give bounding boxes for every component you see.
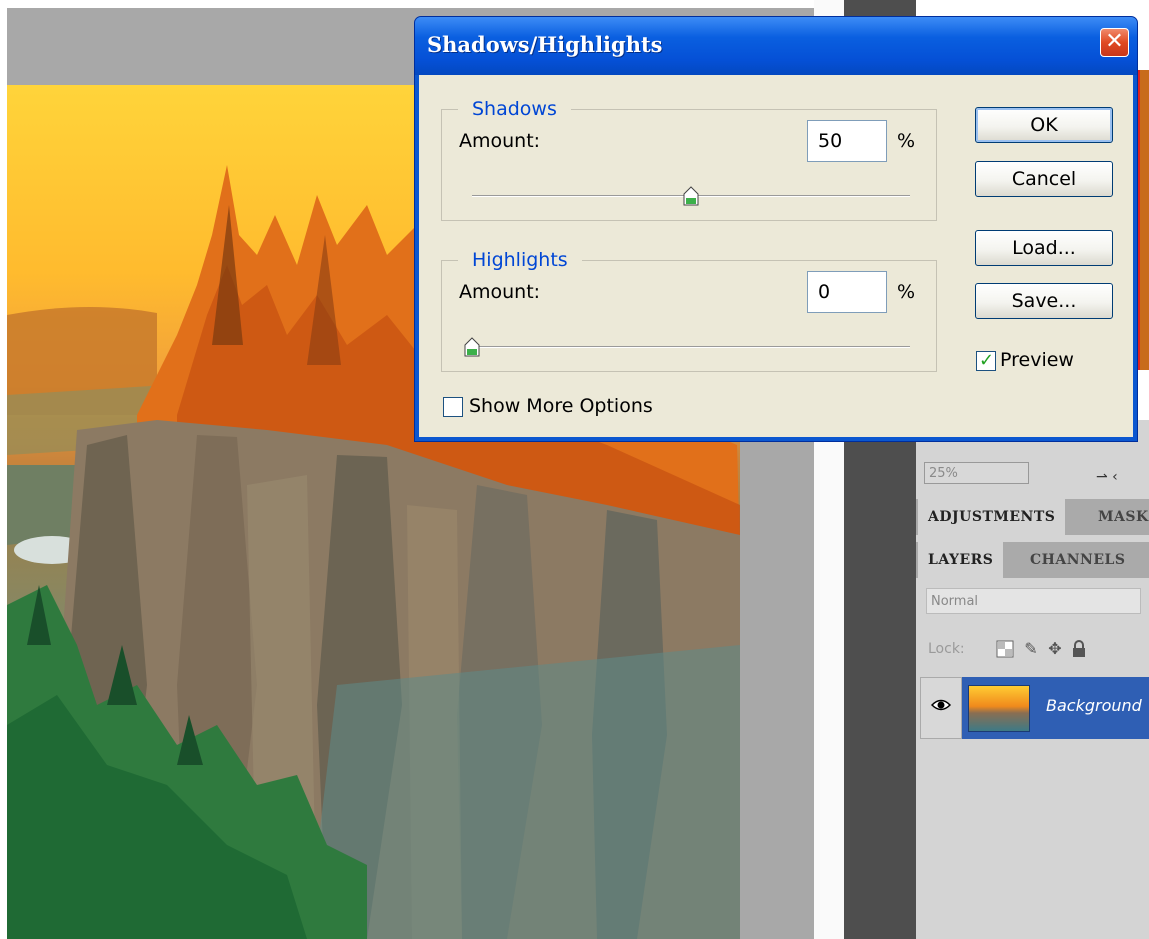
ok-button[interactable]: OK bbox=[975, 107, 1113, 143]
highlights-amount-slider[interactable] bbox=[464, 337, 480, 357]
lock-label: Lock: bbox=[928, 641, 965, 657]
dialog-title: Shadows/Highlights bbox=[427, 32, 663, 57]
shadows-amount-input[interactable]: 50 bbox=[807, 120, 887, 162]
show-more-options-checkbox[interactable] bbox=[443, 397, 463, 417]
shadows-amount-slider[interactable] bbox=[683, 186, 699, 206]
close-button[interactable]: ✕ bbox=[1100, 28, 1129, 57]
navigator-zoom-row: 25% ⇀ ‹ bbox=[916, 455, 1149, 495]
zoom-field[interactable]: 25% bbox=[924, 462, 1029, 484]
shadows-legend: Shadows bbox=[458, 97, 571, 121]
layer-name: Background bbox=[1046, 696, 1142, 715]
layer-row[interactable]: Background bbox=[916, 675, 1149, 741]
preview-checkbox[interactable]: ✓ bbox=[976, 351, 996, 371]
zoom-slider-icon[interactable]: ⇀ ‹ bbox=[1096, 469, 1118, 485]
save-button[interactable]: Save... bbox=[975, 283, 1113, 319]
load-button[interactable]: Load... bbox=[975, 230, 1113, 266]
blend-mode-row: Normal bbox=[916, 583, 1149, 623]
layer-thumbnail bbox=[968, 685, 1030, 732]
tab-masks[interactable]: MASKS bbox=[1088, 499, 1149, 535]
blend-mode-select[interactable]: Normal bbox=[926, 588, 1141, 614]
tab-channels[interactable]: CHANNELS bbox=[1020, 542, 1135, 578]
lock-all-icon[interactable] bbox=[1070, 640, 1088, 658]
checkmark-icon: ✓ bbox=[979, 350, 995, 371]
show-more-options-label[interactable]: Show More Options bbox=[469, 395, 653, 417]
close-icon: ✕ bbox=[1105, 29, 1124, 54]
shadows-amount-label: Amount: bbox=[459, 130, 541, 152]
layer-background[interactable]: Background bbox=[962, 677, 1149, 739]
highlights-legend: Highlights bbox=[458, 248, 582, 272]
navigator-thumbnail bbox=[1138, 70, 1149, 370]
cancel-button[interactable]: Cancel bbox=[975, 161, 1113, 197]
highlights-amount-label: Amount: bbox=[459, 281, 541, 303]
dialog-client-area: Shadows Amount: 50 % Highlights Amount: … bbox=[419, 75, 1133, 437]
preview-label[interactable]: Preview bbox=[1000, 349, 1074, 371]
shadows-percent-label: % bbox=[897, 130, 916, 152]
lock-brush-icon[interactable]: ✎ bbox=[1022, 640, 1040, 658]
lock-move-icon[interactable]: ✥ bbox=[1046, 640, 1064, 658]
shadows-group: Shadows Amount: 50 % bbox=[441, 97, 937, 221]
dialog-titlebar[interactable]: Shadows/Highlights ✕ bbox=[415, 17, 1137, 75]
lock-transparent-icon[interactable] bbox=[996, 640, 1014, 658]
highlights-group: Highlights Amount: 0 % bbox=[441, 248, 937, 372]
adjustments-tab-row: ADJUSTMENTS MASKS bbox=[916, 499, 1149, 535]
highlights-percent-label: % bbox=[897, 281, 916, 303]
layers-tab-row: LAYERS CHANNELS bbox=[916, 542, 1149, 578]
highlights-amount-input[interactable]: 0 bbox=[807, 271, 887, 313]
shadows-highlights-dialog: Shadows/Highlights ✕ Shadows Amount: 50 … bbox=[414, 16, 1138, 442]
tab-adjustments[interactable]: ADJUSTMENTS bbox=[918, 499, 1066, 535]
layer-visibility-toggle[interactable] bbox=[920, 677, 962, 739]
lock-row: Lock: ✎ ✥ bbox=[916, 630, 1149, 670]
highlights-amount-track[interactable] bbox=[472, 346, 910, 348]
tab-layers[interactable]: LAYERS bbox=[918, 542, 1004, 578]
eye-icon bbox=[931, 699, 951, 711]
